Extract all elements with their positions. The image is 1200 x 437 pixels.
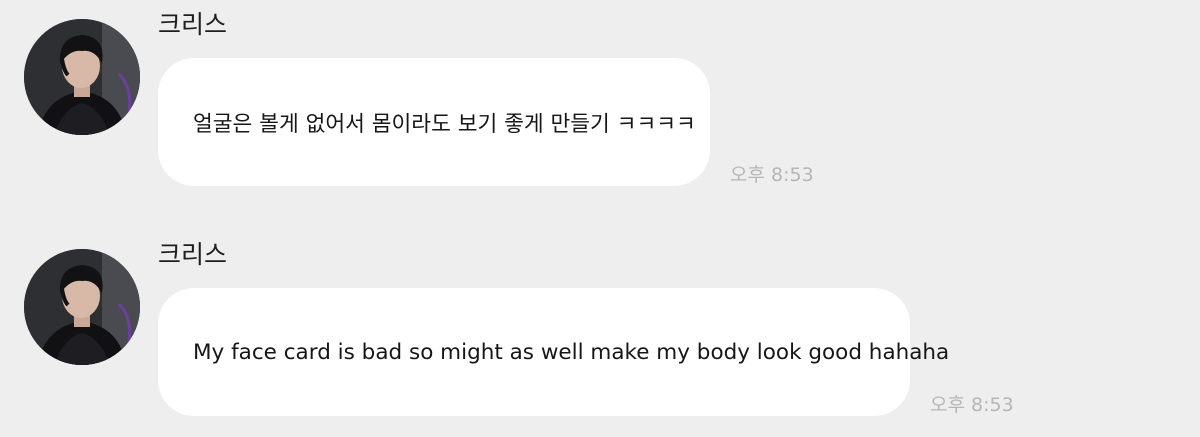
message-timestamp: 오후 8:53 (930, 394, 1014, 416)
message-group: 크리스 얼굴은 볼게 없어서 몸이라도 보기 좋게 만들기 ㅋㅋㅋㅋ 오후 8:… (0, 0, 1200, 200)
profile-photo-icon (24, 249, 140, 365)
sender-name: 크리스 (158, 10, 228, 39)
message-bubble[interactable]: My face card is bad so might as well mak… (158, 288, 949, 416)
message-group: 크리스 My face card is bad so might as well… (0, 230, 1200, 430)
profile-photo-icon (24, 19, 140, 135)
avatar[interactable] (24, 249, 140, 365)
message-text: 얼굴은 볼게 없어서 몸이라도 보기 좋게 만들기 ㅋㅋㅋㅋ (193, 111, 696, 137)
sender-name: 크리스 (158, 240, 228, 269)
message-text: My face card is bad so might as well mak… (193, 339, 950, 365)
message-timestamp: 오후 8:53 (730, 164, 814, 186)
message-bubble[interactable]: 얼굴은 볼게 없어서 몸이라도 보기 좋게 만들기 ㅋㅋㅋㅋ (158, 58, 710, 186)
avatar[interactable] (24, 19, 140, 135)
